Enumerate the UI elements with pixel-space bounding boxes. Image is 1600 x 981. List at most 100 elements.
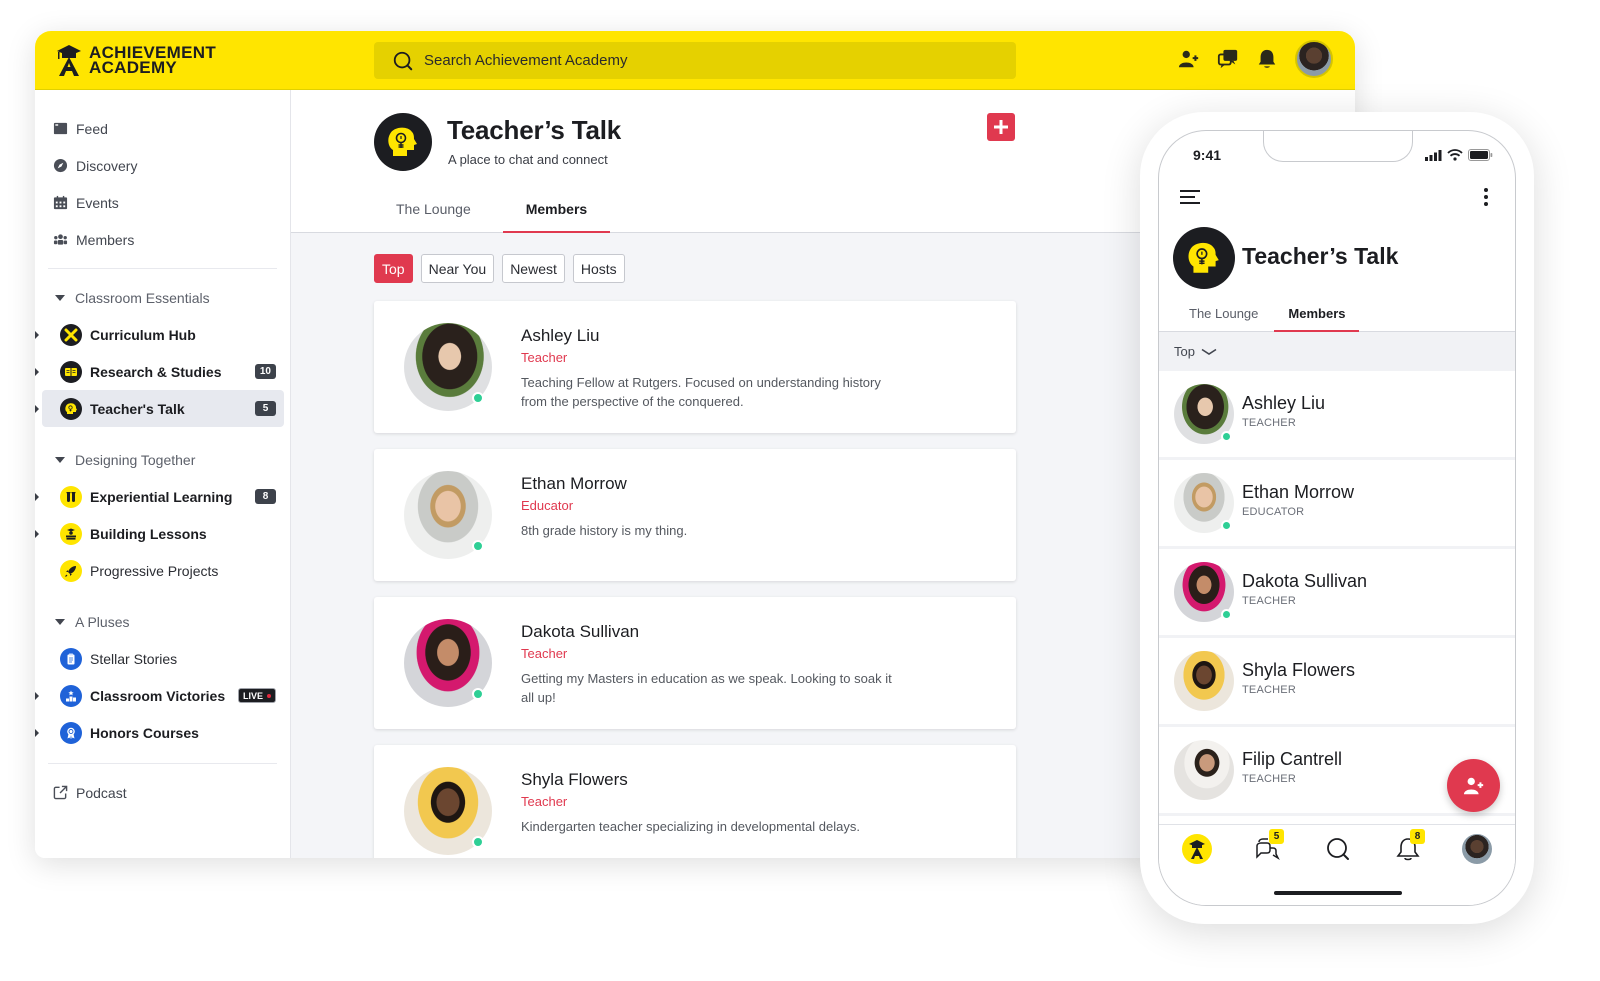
sidebar-divider bbox=[48, 763, 277, 764]
tab-members[interactable]: Members bbox=[502, 190, 611, 233]
group-a-pluses-toggle[interactable]: A Pluses bbox=[35, 603, 290, 640]
more-options-icon[interactable] bbox=[1483, 187, 1489, 207]
member-row[interactable]: Ethan Morrow EDUCATOR bbox=[1159, 460, 1515, 546]
caret-down-icon bbox=[55, 618, 65, 625]
member-name: Ashley Liu bbox=[521, 326, 600, 345]
tab-the-lounge[interactable]: The Lounge bbox=[1159, 301, 1273, 332]
member-card[interactable]: Dakota Sullivan Teacher Getting my Maste… bbox=[374, 597, 1016, 729]
pencil-cross-icon bbox=[60, 323, 82, 346]
home-logo-icon bbox=[1182, 834, 1212, 864]
expand-arrow-icon[interactable] bbox=[35, 692, 39, 700]
nav-notifications[interactable]: 8 bbox=[1392, 829, 1425, 865]
tab-members[interactable]: Members bbox=[1274, 301, 1360, 332]
phone-notch bbox=[1263, 131, 1413, 162]
add-friend-icon bbox=[1463, 777, 1483, 794]
sidebar-item-teachers-talk[interactable]: Teacher's Talk 5 bbox=[35, 390, 284, 427]
sidebar-item-honors-courses[interactable]: Honors Courses bbox=[35, 714, 284, 751]
member-photo bbox=[1174, 740, 1234, 800]
nav-search[interactable] bbox=[1322, 833, 1354, 865]
member-row[interactable]: Shyla Flowers TEACHER bbox=[1159, 638, 1515, 724]
sort-dropdown[interactable]: Top bbox=[1159, 332, 1515, 371]
member-row[interactable]: Ashley Liu TEACHER bbox=[1159, 371, 1515, 457]
space-label: Stellar Stories bbox=[90, 650, 178, 667]
sidebar-item-events[interactable]: Events bbox=[35, 184, 290, 221]
caret-down-icon bbox=[55, 294, 65, 301]
tab-the-lounge[interactable]: The Lounge bbox=[378, 190, 489, 233]
invite-member-button[interactable] bbox=[1447, 759, 1500, 812]
member-card[interactable]: Ashley Liu Teacher Teaching Fellow at Ru… bbox=[374, 301, 1016, 433]
expand-arrow-icon[interactable] bbox=[35, 331, 39, 339]
rocket-icon bbox=[60, 559, 82, 582]
sort-label: Top bbox=[1174, 344, 1195, 359]
online-indicator bbox=[472, 688, 484, 700]
sidebar-item-experiential-learning[interactable]: Experiential Learning 8 bbox=[35, 478, 284, 515]
sidebar-item-building-lessons[interactable]: Building Lessons bbox=[35, 515, 284, 552]
member-bio: 8th grade history is my thing. bbox=[521, 523, 688, 538]
expand-arrow-icon[interactable] bbox=[35, 368, 39, 376]
user-avatar[interactable] bbox=[1295, 40, 1333, 78]
brand-logo[interactable]: Achievement Academy bbox=[55, 43, 216, 77]
sidebar-item-progressive-projects[interactable]: Progressive Projects bbox=[42, 552, 284, 589]
filter-newest[interactable]: Newest bbox=[502, 254, 565, 283]
expand-arrow-icon[interactable] bbox=[35, 405, 39, 413]
filter-near-you[interactable]: Near You bbox=[420, 254, 495, 283]
caret-down-icon bbox=[55, 456, 65, 463]
sidebar-item-label: Podcast bbox=[76, 784, 127, 801]
sidebar-item-curriculum-hub[interactable]: Curriculum Hub bbox=[35, 316, 284, 353]
sidebar-item-stellar-stories[interactable]: Stellar Stories bbox=[42, 640, 284, 677]
online-indicator bbox=[472, 392, 484, 404]
lightbulb-head-icon bbox=[388, 127, 417, 156]
sidebar-item-members[interactable]: Members bbox=[35, 221, 290, 258]
member-name: Dakota Sullivan bbox=[1242, 571, 1368, 591]
member-card[interactable]: Shyla Flowers Teacher Kindergarten teach… bbox=[374, 745, 1016, 858]
sidebar-item-label: Discovery bbox=[76, 157, 138, 174]
filter-hosts[interactable]: Hosts bbox=[572, 254, 625, 283]
group-designing-together-toggle[interactable]: Designing Together bbox=[35, 441, 290, 478]
nav-profile[interactable] bbox=[1461, 833, 1493, 865]
hamburger-menu-icon[interactable] bbox=[1179, 189, 1201, 205]
status-time: 9:41 bbox=[1193, 147, 1222, 163]
home-indicator bbox=[1274, 891, 1402, 895]
sidebar-item-label: Feed bbox=[76, 120, 108, 137]
sidebar-item-classroom-victories[interactable]: Classroom Victories LIVE bbox=[35, 677, 284, 714]
add-friend-icon[interactable] bbox=[1178, 48, 1200, 70]
group-title: Teacher’s Talk bbox=[1242, 243, 1399, 269]
member-name: Shyla Flowers bbox=[1242, 660, 1356, 680]
award-ribbon-icon bbox=[60, 721, 82, 744]
member-name: Dakota Sullivan bbox=[521, 622, 640, 641]
sidebar-item-podcast[interactable]: Podcast bbox=[35, 774, 290, 811]
external-link-icon bbox=[53, 785, 68, 800]
add-post-button[interactable] bbox=[987, 113, 1015, 141]
bell-icon[interactable] bbox=[1256, 48, 1278, 70]
unread-count-badge: 5 bbox=[255, 401, 276, 416]
member-row[interactable]: Dakota Sullivan TEACHER bbox=[1159, 549, 1515, 635]
group-tabs: The Lounge Members bbox=[1159, 301, 1515, 332]
member-filters: Top Near You Newest Hosts bbox=[374, 254, 625, 283]
expand-arrow-icon[interactable] bbox=[35, 729, 39, 737]
top-actions bbox=[1178, 40, 1333, 78]
chevron-down-icon bbox=[1201, 348, 1217, 355]
sidebar-item-research-studies[interactable]: Research & Studies 10 bbox=[35, 353, 284, 390]
member-card[interactable]: Ethan Morrow Educator 8th grade history … bbox=[374, 449, 1016, 581]
expand-arrow-icon[interactable] bbox=[35, 530, 39, 538]
battery-icon bbox=[1468, 149, 1493, 161]
search-input[interactable] bbox=[424, 52, 984, 69]
member-role: TEACHER bbox=[1242, 684, 1296, 696]
lightbulb-head-icon bbox=[60, 397, 82, 420]
sidebar-item-feed[interactable]: Feed bbox=[35, 110, 290, 147]
member-list: Ashley Liu Teacher Teaching Fellow at Ru… bbox=[374, 301, 1016, 858]
group-classroom-essentials-toggle[interactable]: Classroom Essentials bbox=[35, 279, 290, 316]
search-bar[interactable] bbox=[374, 42, 1016, 79]
nav-chats[interactable]: 5 bbox=[1251, 829, 1284, 865]
filter-top[interactable]: Top bbox=[374, 254, 413, 283]
space-label: Experiential Learning bbox=[90, 488, 233, 505]
expand-arrow-icon[interactable] bbox=[35, 493, 39, 501]
phone-screen: 9:41 Teacher’s Talk The Lounge Members T… bbox=[1158, 130, 1516, 906]
top-bar: Achievement Academy bbox=[35, 31, 1355, 90]
sidebar-item-discovery[interactable]: Discovery bbox=[35, 147, 290, 184]
nav-home[interactable] bbox=[1181, 833, 1213, 865]
chat-bubbles-icon[interactable] bbox=[1217, 48, 1239, 70]
sidebar-divider bbox=[48, 268, 277, 269]
test-tubes-icon bbox=[60, 485, 82, 508]
live-badge-label: LIVE bbox=[242, 690, 263, 701]
